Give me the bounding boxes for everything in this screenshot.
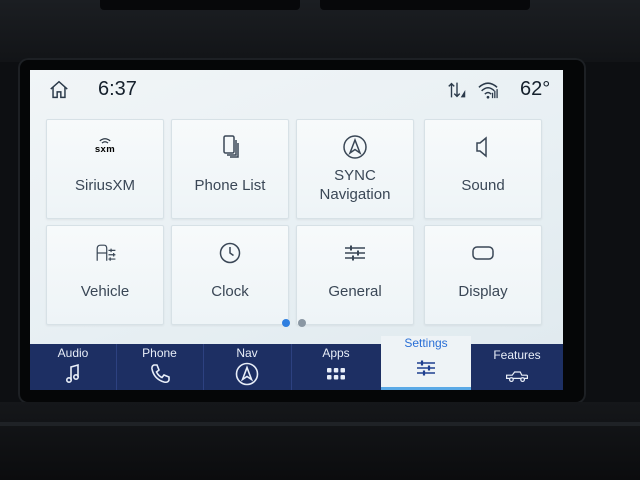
clock-time: 6:37 xyxy=(98,78,137,100)
bottom-navigation-bar: Audio Phone Nav Apps Settings Features xyxy=(30,336,563,390)
active-tab-indicator xyxy=(381,387,471,390)
nav-label: Audio xyxy=(57,346,89,360)
tile-label: Clock xyxy=(211,283,249,300)
wifi-icon xyxy=(477,80,499,100)
settings-sliders-icon xyxy=(381,356,471,380)
speaker-icon xyxy=(425,134,541,160)
truck-icon xyxy=(471,364,563,388)
air-vent xyxy=(320,0,530,10)
page-dot-inactive[interactable] xyxy=(298,319,306,327)
page-dot-active[interactable] xyxy=(282,319,290,327)
tile-label-line1: SYNC xyxy=(334,167,376,184)
phone-list-icon xyxy=(172,134,288,160)
tile-general[interactable]: General xyxy=(296,225,414,325)
home-icon[interactable] xyxy=(48,79,70,101)
tile-label: Display xyxy=(458,283,508,300)
apps-grid-icon xyxy=(291,362,381,386)
siriusxm-logo-text: sxm xyxy=(95,144,115,155)
nav-settings[interactable]: Settings xyxy=(381,336,471,390)
nav-label: Nav xyxy=(236,346,258,360)
tile-label-line2: Navigation xyxy=(319,186,391,203)
navigation-arrow-icon xyxy=(203,362,291,386)
tile-clock[interactable]: Clock xyxy=(171,225,289,325)
air-vent xyxy=(100,0,300,10)
tile-label: Vehicle xyxy=(80,283,130,300)
tile-siriusxm[interactable]: sxm SiriusXM xyxy=(46,119,164,219)
nav-label: Settings xyxy=(404,336,448,350)
nav-label: Apps xyxy=(322,346,350,360)
nav-label: Phone xyxy=(142,346,177,360)
nav-audio[interactable]: Audio xyxy=(30,344,117,390)
vehicle-settings-icon xyxy=(47,240,163,266)
tile-label: General xyxy=(328,283,382,300)
data-signal-icon xyxy=(446,79,468,101)
navigation-arrow-icon xyxy=(297,134,413,160)
outside-temperature: 62° xyxy=(520,78,551,100)
tile-vehicle[interactable]: Vehicle xyxy=(46,225,164,325)
tile-label: SYNC Navigation xyxy=(297,166,413,204)
tile-sound[interactable]: Sound xyxy=(424,119,542,219)
nav-phone[interactable]: Phone xyxy=(116,344,204,390)
clock-icon xyxy=(172,240,288,266)
nav-navigation[interactable]: Nav xyxy=(203,344,292,390)
tile-phone-list[interactable]: Phone List xyxy=(171,119,289,219)
page-indicator xyxy=(282,319,312,329)
tile-label: SiriusXM xyxy=(74,177,135,194)
nav-apps[interactable]: Apps xyxy=(291,344,382,390)
status-bar: 6:37 62° xyxy=(30,70,563,110)
tile-label: Sound xyxy=(461,177,505,194)
phone-icon xyxy=(116,362,203,386)
nav-features[interactable]: Features xyxy=(471,344,563,390)
sliders-icon xyxy=(297,240,413,266)
nav-label: Features xyxy=(493,348,541,362)
tile-display[interactable]: Display xyxy=(424,225,542,325)
siriusxm-logo-icon: sxm xyxy=(47,134,163,160)
display-icon xyxy=(425,240,541,266)
music-note-icon xyxy=(30,362,116,386)
dashboard-bezel-top xyxy=(0,0,640,62)
tile-sync-navigation[interactable]: SYNC Navigation xyxy=(296,119,414,219)
dashboard-bezel-bottom xyxy=(0,402,640,480)
tile-label: Phone List xyxy=(194,177,266,194)
infotainment-screen: 6:37 62° sxm SiriusXM Phone List SYNC Na… xyxy=(30,70,563,390)
